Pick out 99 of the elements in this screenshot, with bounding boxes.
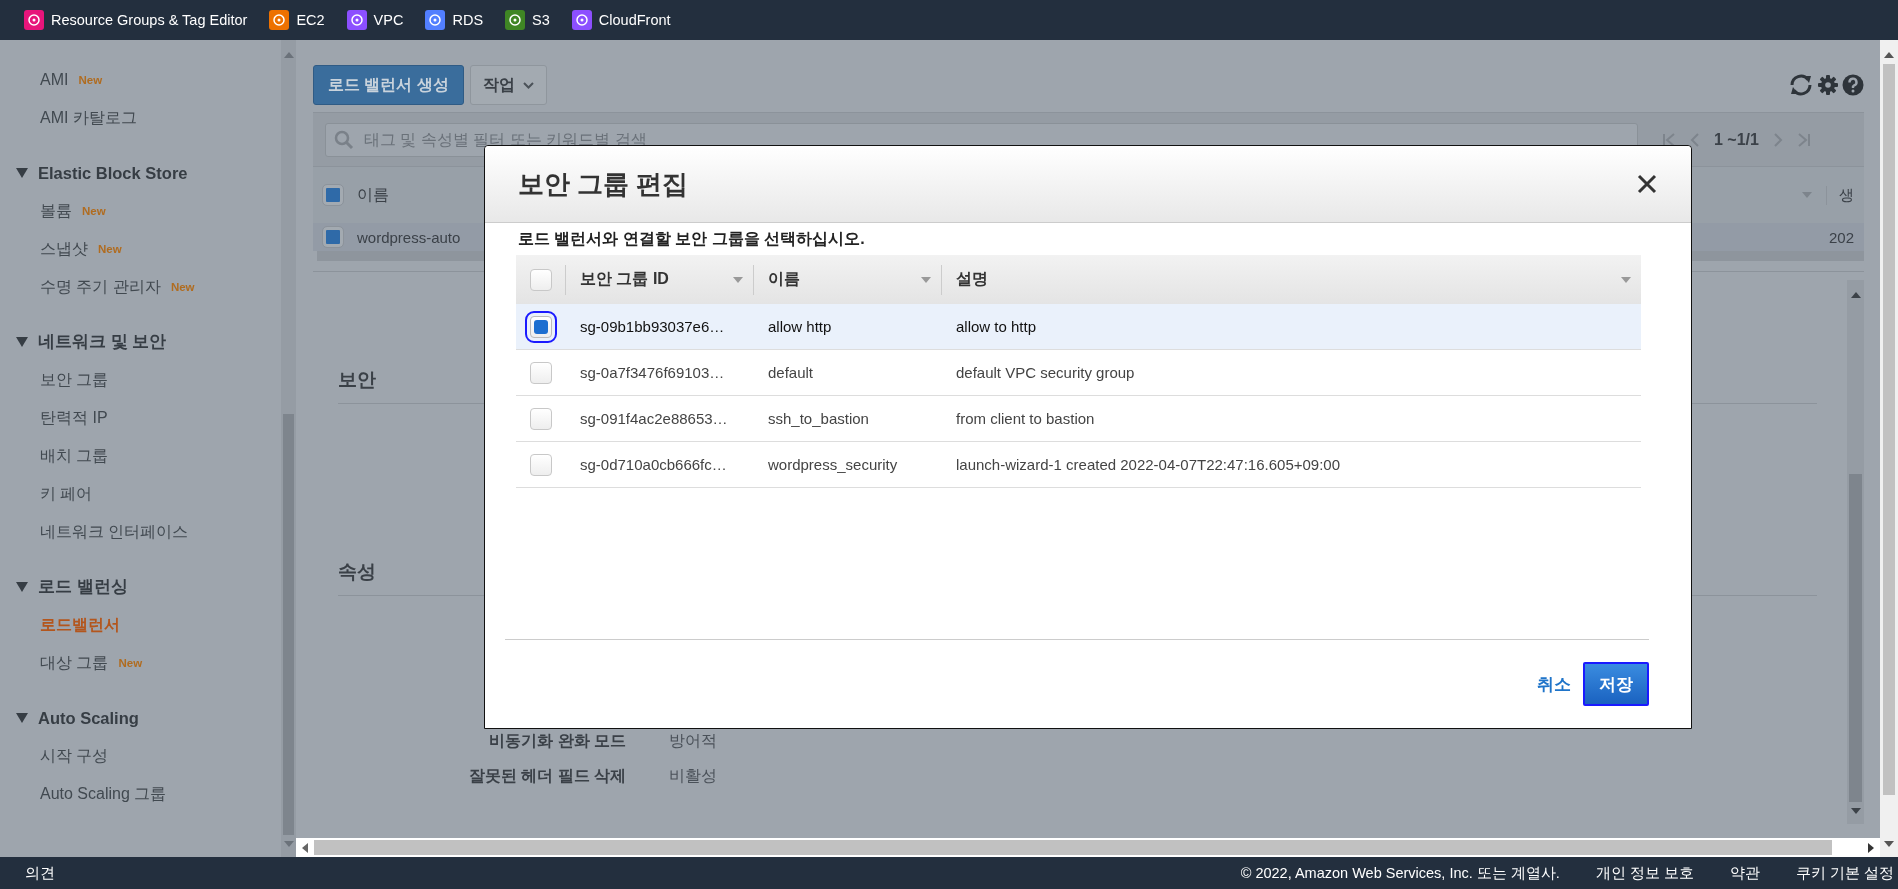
service-link[interactable]: EC2 [269, 10, 325, 30]
scrollbar[interactable] [296, 838, 1880, 857]
checkbox[interactable] [529, 453, 552, 476]
column-header[interactable]: 이름 [357, 184, 389, 206]
service-link[interactable]: VPC [346, 10, 404, 30]
nav-item[interactable]: 키 페어 [40, 483, 93, 505]
copyright-text: © 2022, Amazon Web Services, Inc. 또는 계열사. [1240, 863, 1560, 883]
service-link[interactable]: S3 [505, 10, 550, 30]
create-button[interactable]: 로드 밸런서 생성 [313, 65, 464, 105]
first-page-icon[interactable] [1662, 131, 1676, 148]
attribute-label: 잘못된 헤더 필드 삭제 [467, 766, 626, 786]
column-header[interactable]: 설명 [956, 269, 988, 290]
table-row[interactable]: sg-091f4ac2e88653… ssh_to_bastion from client to bastion [516, 396, 1641, 442]
cancel-link[interactable]: 취소 [1537, 672, 1571, 696]
table-cell: wordpress-auto [357, 228, 461, 246]
table-cell: sg-091f4ac2e88653… [580, 410, 728, 427]
checkbox[interactable] [323, 185, 343, 205]
column-header[interactable]: 생 [1826, 185, 1854, 205]
caret-icon [522, 81, 534, 89]
save-button[interactable]: 저장 [1583, 662, 1649, 706]
scroll-down-icon[interactable] [1884, 841, 1894, 847]
nav-item[interactable]: 스냅샷 [40, 238, 88, 260]
table-cell: sg-0d710a0cb666fc… [580, 456, 727, 473]
service-link[interactable]: Resource Groups & Tag Editor [24, 10, 248, 30]
nav-item[interactable]: 수명 주기 관리자 [40, 276, 161, 298]
nav-item[interactable]: AMI 카탈로그 [40, 107, 137, 129]
dialog-title: 보안 그룹 편집 [518, 167, 689, 201]
close-icon[interactable] [1637, 174, 1657, 194]
table-cell: sg-0a7f3476f69103… [580, 364, 725, 381]
attribute-value: 비활성 [669, 766, 717, 786]
nav-item[interactable]: 배치 그룹 [40, 445, 109, 467]
table-cell: allow to http [956, 318, 1037, 335]
table-cell: default [768, 364, 814, 381]
nav-item[interactable]: 보안 그룹 [40, 369, 109, 391]
sort-icon[interactable] [733, 276, 743, 283]
scroll-up-icon[interactable] [1884, 52, 1894, 58]
checkbox[interactable] [323, 227, 343, 247]
table-row[interactable]: sg-0d710a0cb666fc… wordpress_security launch-wizard-1 created 2022-04-07T22:47:16.605+09:00 [516, 442, 1641, 488]
caret-icon [16, 168, 28, 178]
nav-item[interactable]: AMI [40, 71, 69, 89]
scroll-left-icon[interactable] [302, 842, 308, 853]
new-label: New [98, 243, 122, 255]
column-header[interactable]: 보안 그룹 ID [580, 269, 669, 290]
table-cell: from client to bastion [956, 410, 1095, 427]
checkbox[interactable] [529, 268, 552, 291]
previous-page-icon[interactable] [1690, 131, 1700, 148]
scroll-up-icon[interactable] [1850, 292, 1861, 298]
nav-item[interactable]: 탄력적 IP [40, 407, 108, 429]
nav-item[interactable]: 볼륨 [40, 200, 72, 222]
nav-item[interactable]: 시작 구성 [40, 745, 109, 767]
section-header[interactable]: 네트워크 및 보안 [0, 323, 167, 361]
table-cell: sg-09b1bb93037e6… [580, 318, 725, 335]
search-icon [334, 129, 354, 150]
sort-icon[interactable] [1621, 276, 1631, 283]
feedback-link[interactable]: 의견 [25, 863, 55, 883]
page-count: 1 ~1/1 [1714, 130, 1759, 149]
service-link[interactable]: RDS [425, 10, 484, 30]
nav-item[interactable]: 네트워크 인터페이스 [40, 521, 189, 543]
table-cell: launch-wizard-1 created 2022-04-07T22:47:16.605+09:00 [956, 456, 1341, 473]
next-page-icon[interactable] [1772, 131, 1783, 148]
new-label: New [170, 281, 195, 293]
table-cell: default VPC security group [956, 364, 1135, 381]
caret-icon [16, 337, 28, 347]
new-label: New [118, 657, 143, 669]
checkbox[interactable] [529, 361, 552, 384]
section-header[interactable]: Elastic Block Store [0, 154, 188, 192]
table-cell: wordpress_security [768, 456, 898, 473]
sort-icon[interactable] [1802, 192, 1812, 198]
checkbox[interactable] [529, 407, 552, 430]
caret-icon [16, 582, 28, 592]
table-cell: 202 [1828, 228, 1854, 246]
last-page-icon[interactable] [1796, 131, 1811, 148]
footer-link[interactable]: 개인 정보 보호 [1595, 863, 1694, 883]
new-label: New [78, 74, 103, 86]
section-header[interactable]: 로드 밸런싱 [0, 568, 128, 606]
nav-item[interactable]: Auto Scaling 그룹 [40, 783, 167, 805]
new-label: New [82, 205, 106, 217]
footer-link[interactable]: 쿠키 기본 설정 [1795, 863, 1894, 883]
table-cell: allow http [768, 318, 832, 335]
section-header[interactable]: Auto Scaling [0, 699, 139, 737]
caret-icon [16, 713, 28, 723]
service-link[interactable]: CloudFront [571, 10, 671, 30]
scroll-right-icon[interactable] [1868, 842, 1874, 853]
column-header[interactable]: 이름 [768, 269, 800, 290]
attribute-value: 방어적 [669, 731, 717, 751]
table-row[interactable]: sg-0a7f3476f69103… default default VPC security group [516, 350, 1641, 396]
scrollbar[interactable] [1847, 280, 1864, 824]
scrollbar[interactable] [1880, 40, 1898, 857]
attribute-label: 비동기화 완화 모드 [488, 731, 626, 751]
help-icon[interactable] [1842, 74, 1864, 96]
scroll-down-icon[interactable] [1850, 808, 1861, 814]
instruction-text: 로드 밸런서와 연결할 보안 그룹을 선택하십시오. [518, 229, 866, 249]
table-row[interactable]: sg-09b1bb93037e6… allow http allow to http [516, 304, 1641, 350]
actions-button[interactable]: 작업 [469, 65, 547, 105]
nav-item[interactable]: 대상 그룹 [40, 652, 109, 674]
footer-link[interactable]: 약관 [1729, 863, 1760, 883]
table-cell: ssh_to_bastion [768, 410, 869, 427]
refresh-icon[interactable] [1788, 73, 1814, 97]
sort-icon[interactable] [921, 276, 931, 283]
